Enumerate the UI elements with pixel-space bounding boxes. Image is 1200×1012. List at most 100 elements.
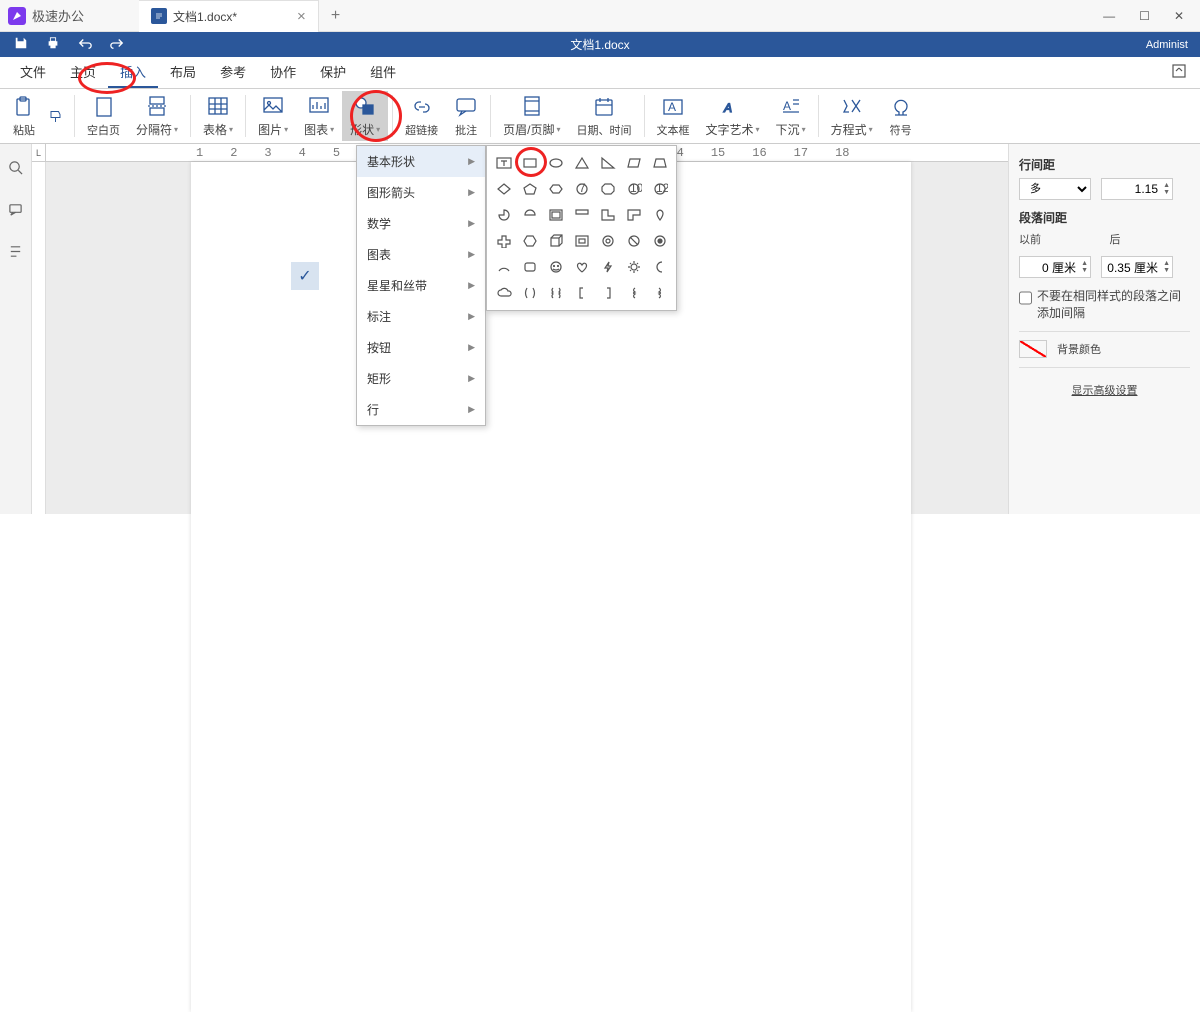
shape-bracket-l[interactable] — [569, 280, 595, 306]
shape-donut[interactable] — [595, 228, 621, 254]
line-spacing-mode-select[interactable]: 多 — [1019, 178, 1091, 200]
shape-pie[interactable] — [491, 202, 517, 228]
shape-bevel[interactable] — [569, 228, 595, 254]
shape-cloud[interactable] — [491, 280, 517, 306]
page-break-button[interactable]: 分隔符▾ — [128, 91, 186, 141]
save-icon[interactable] — [14, 36, 28, 53]
format-painter-button[interactable] — [44, 91, 70, 141]
shape-brace-r[interactable] — [647, 280, 673, 306]
advanced-settings-link[interactable]: 显示高级设置 — [1019, 382, 1190, 398]
shape-cross[interactable] — [647, 228, 673, 254]
shape-sun[interactable] — [621, 254, 647, 280]
spacing-before-input[interactable]: 0 厘米 ▲▼ — [1019, 256, 1091, 278]
close-button[interactable]: ✕ — [1174, 9, 1184, 23]
shape-frame[interactable] — [543, 202, 569, 228]
undo-icon[interactable] — [78, 36, 92, 53]
shape-category-7[interactable]: 矩形▶ — [357, 363, 485, 394]
shape-category-3[interactable]: 图表▶ — [357, 239, 485, 270]
shape-button[interactable]: 形状▾ — [342, 91, 388, 141]
new-tab-button[interactable]: + — [331, 7, 340, 25]
shape-plaque[interactable] — [517, 254, 543, 280]
shape-diamond[interactable] — [491, 176, 517, 202]
symbol-button[interactable]: 符号 — [881, 91, 921, 141]
table-button[interactable]: 表格▾ — [195, 91, 241, 141]
shape-arc[interactable] — [491, 254, 517, 280]
checkmark-shape[interactable]: ✓ — [291, 262, 319, 290]
shape-octagon[interactable] — [595, 176, 621, 202]
equation-button[interactable]: 方程式▾ — [823, 91, 881, 141]
shape-cube[interactable] — [543, 228, 569, 254]
document-tab[interactable]: 文档1.docx* × — [139, 0, 319, 32]
blank-page-button[interactable]: 空白页 — [79, 91, 128, 141]
shape-text-frame[interactable] — [491, 150, 517, 176]
header-footer-button[interactable]: 页眉/页脚▾ — [495, 91, 568, 141]
shape-bracket[interactable] — [517, 280, 543, 306]
shape-chord[interactable] — [517, 202, 543, 228]
shape-right-triangle[interactable] — [595, 150, 621, 176]
textbox-button[interactable]: A 文本框 — [649, 91, 698, 141]
shape-category-4[interactable]: 星星和丝带▶ — [357, 270, 485, 301]
file-options-icon[interactable] — [1172, 64, 1186, 81]
shape-category-0[interactable]: 基本形状▶ — [357, 146, 485, 177]
spacing-after-input[interactable]: 0.35 厘米 ▲▼ — [1101, 256, 1173, 278]
menu-插入[interactable]: 插入 — [108, 55, 158, 88]
shape-brace-pair[interactable] — [543, 280, 569, 306]
shape-brace-l[interactable] — [621, 280, 647, 306]
shape-heart[interactable] — [569, 254, 595, 280]
paste-button[interactable]: 粘贴 — [4, 91, 44, 141]
datetime-button[interactable]: 日期、时间 — [569, 91, 640, 141]
shape-trapezoid[interactable] — [647, 150, 673, 176]
shape-cylinder[interactable] — [647, 202, 673, 228]
svg-text:A: A — [723, 101, 732, 115]
wordart-button[interactable]: A 文字艺术▾ — [698, 91, 768, 141]
line-spacing-value-input[interactable]: 1.15 ▲▼ — [1101, 178, 1173, 200]
shape-corner[interactable] — [595, 202, 621, 228]
shape-category-5[interactable]: 标注▶ — [357, 301, 485, 332]
comment-button[interactable]: 批注 — [446, 91, 486, 141]
bg-color-swatch[interactable] — [1019, 340, 1047, 358]
hyperlink-button[interactable]: 超链接 — [397, 91, 446, 141]
shape-heptagon[interactable]: 7 — [569, 176, 595, 202]
tab-close-icon[interactable]: × — [297, 8, 306, 25]
shape-hexagon[interactable] — [543, 176, 569, 202]
shape-no-symbol[interactable] — [621, 228, 647, 254]
menu-组件[interactable]: 组件 — [358, 55, 408, 88]
menu-布局[interactable]: 布局 — [158, 55, 208, 88]
shape-bracket-r[interactable] — [595, 280, 621, 306]
print-icon[interactable] — [46, 36, 60, 53]
image-button[interactable]: 图片▾ — [250, 91, 296, 141]
shape-plus[interactable] — [491, 228, 517, 254]
shape-can[interactable] — [517, 228, 543, 254]
shape-category-1[interactable]: 图形箭头▶ — [357, 177, 485, 208]
dropcap-button[interactable]: A 下沉▾ — [768, 91, 814, 141]
shape-category-2[interactable]: 数学▶ — [357, 208, 485, 239]
maximize-button[interactable]: ☐ — [1139, 9, 1150, 23]
shape-smiley[interactable] — [543, 254, 569, 280]
shape-moon[interactable] — [647, 254, 673, 280]
shape-teardrop[interactable] — [621, 202, 647, 228]
shape-pentagon[interactable] — [517, 176, 543, 202]
shape-parallelogram[interactable] — [621, 150, 647, 176]
search-icon[interactable] — [8, 160, 23, 178]
shape-triangle[interactable] — [569, 150, 595, 176]
no-space-same-style-checkbox[interactable] — [1019, 287, 1032, 309]
shape-decagon[interactable]: 10 — [621, 176, 647, 202]
headings-icon[interactable] — [8, 244, 23, 262]
menu-参考[interactable]: 参考 — [208, 55, 258, 88]
comments-icon[interactable] — [8, 202, 23, 220]
menu-主页[interactable]: 主页 — [58, 55, 108, 88]
shape-rectangle[interactable] — [517, 150, 543, 176]
shape-lightning[interactable] — [595, 254, 621, 280]
chart-button[interactable]: 图表▾ — [296, 91, 342, 141]
shape-dodecagon[interactable]: 12 — [647, 176, 673, 202]
line-spacing-label: 行间距 — [1019, 156, 1190, 173]
shape-l-shape[interactable] — [569, 202, 595, 228]
menu-协作[interactable]: 协作 — [258, 55, 308, 88]
shape-category-8[interactable]: 行▶ — [357, 394, 485, 425]
menu-保护[interactable]: 保护 — [308, 55, 358, 88]
shape-ellipse[interactable] — [543, 150, 569, 176]
minimize-button[interactable]: — — [1103, 9, 1115, 23]
menu-文件[interactable]: 文件 — [8, 55, 58, 88]
shape-category-6[interactable]: 按钮▶ — [357, 332, 485, 363]
redo-icon[interactable] — [110, 36, 124, 53]
